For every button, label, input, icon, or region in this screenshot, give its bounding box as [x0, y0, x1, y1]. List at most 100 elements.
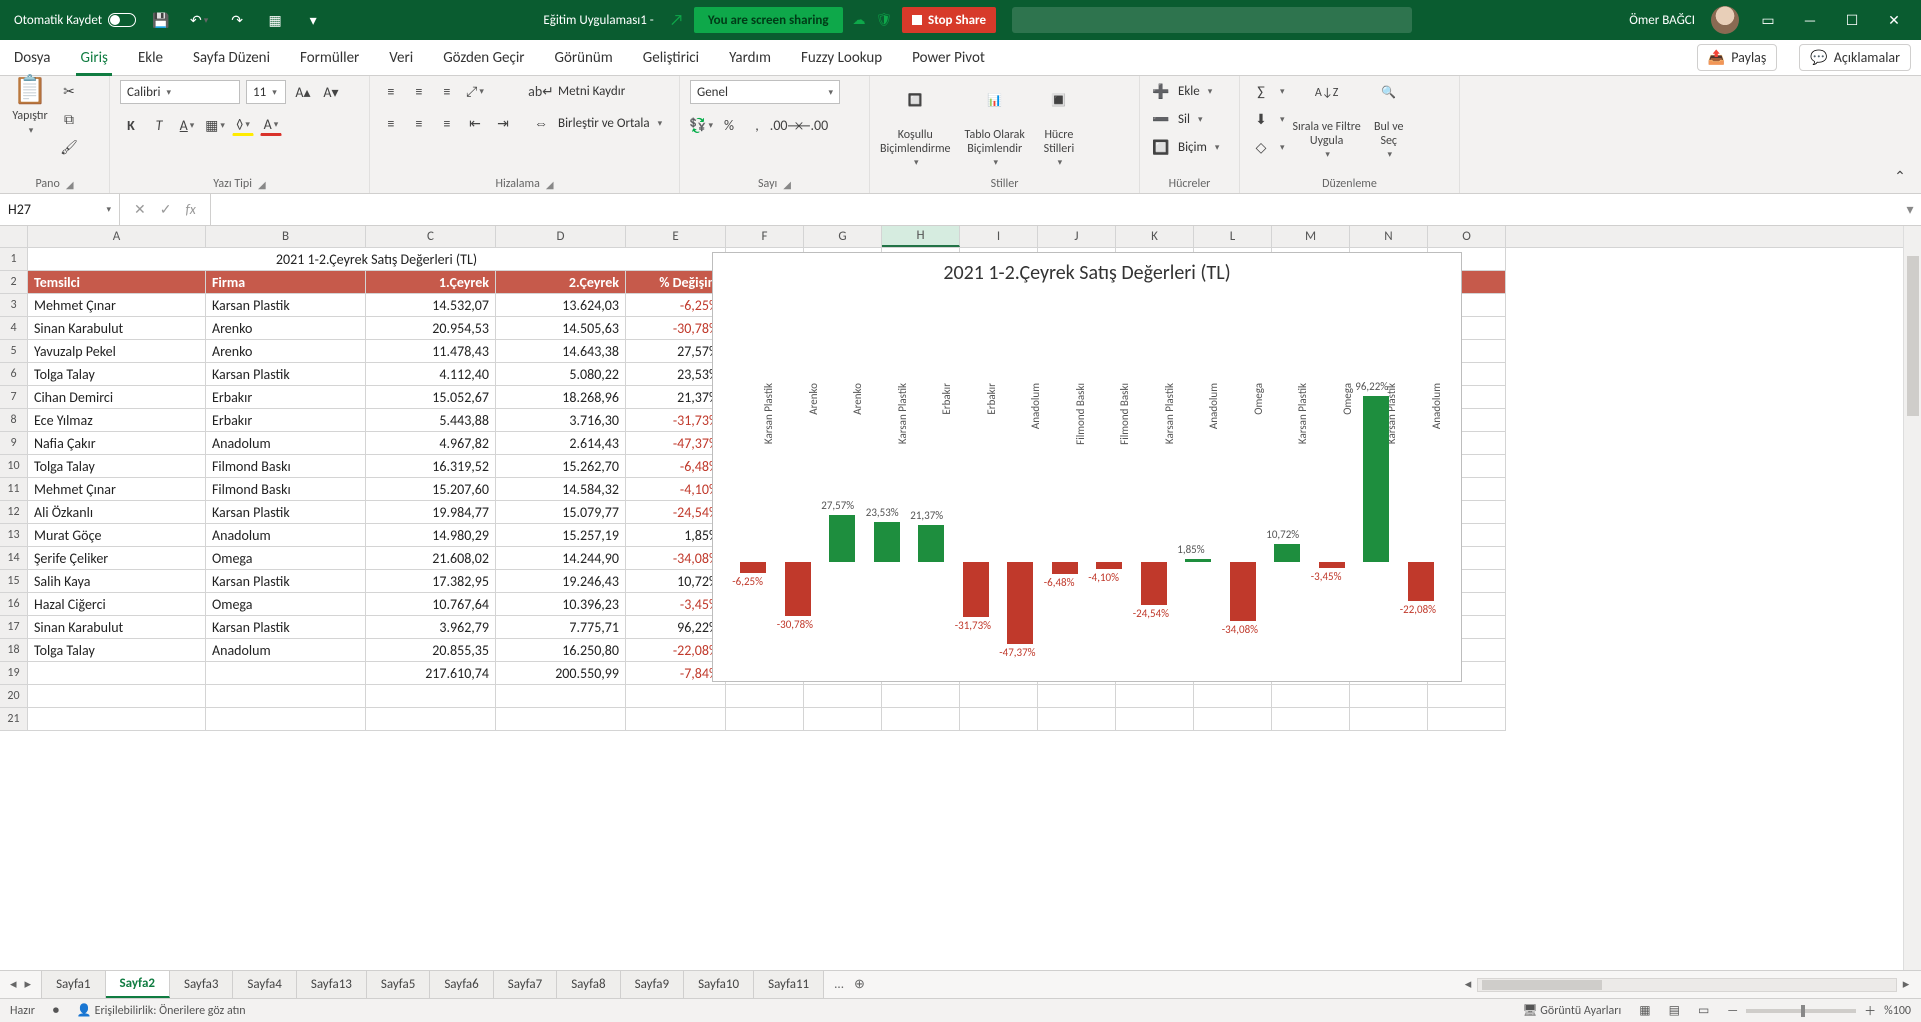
cell[interactable]: 19.984,77	[366, 501, 496, 524]
sort-filter-button[interactable]: A↓ZSırala ve Filtre Uygula▾	[1293, 80, 1361, 162]
spreadsheet-grid[interactable]: ABCDEFGHIJKLMNO 12021 1-2.Çeyrek Satış D…	[0, 226, 1921, 970]
cell[interactable]	[1194, 685, 1272, 708]
row-header[interactable]: 15	[0, 570, 28, 593]
cell[interactable]: 2.614,43	[496, 432, 626, 455]
cell[interactable]: 14.244,90	[496, 547, 626, 570]
cell[interactable]	[882, 708, 960, 731]
page-layout-view-icon[interactable]: ▤	[1669, 1003, 1680, 1018]
col-header-H[interactable]: H	[882, 226, 960, 247]
cell[interactable]	[28, 685, 206, 708]
cell[interactable]	[960, 708, 1038, 731]
cell[interactable]	[206, 708, 366, 731]
col-header-C[interactable]: C	[366, 226, 496, 247]
cell[interactable]: 3.716,30	[496, 409, 626, 432]
tab-formüller[interactable]: Formüller	[296, 43, 363, 75]
copy-icon[interactable]: ⧉	[58, 108, 80, 130]
cell[interactable]: 2021 1-2.Çeyrek Satış Değerleri (TL)	[28, 248, 726, 271]
sheet-tab[interactable]: Sayfa11	[754, 971, 824, 998]
tab-power pivot[interactable]: Power Pivot	[908, 43, 989, 75]
cell[interactable]: Erbakır	[206, 386, 366, 409]
cell[interactable]: 3.962,79	[366, 616, 496, 639]
align-middle-icon[interactable]: ≡	[408, 80, 430, 102]
percent-format-icon[interactable]: %	[718, 114, 740, 136]
row-header[interactable]: 2	[0, 271, 28, 294]
row-header[interactable]: 8	[0, 409, 28, 432]
decrease-indent-icon[interactable]: ⇤	[464, 112, 486, 134]
sheet-tab[interactable]: Sayfa10	[684, 971, 754, 998]
tab-dosya[interactable]: Dosya	[10, 43, 54, 75]
sheet-tab[interactable]: Sayfa5	[367, 971, 430, 998]
cell[interactable]: Murat Göçe	[28, 524, 206, 547]
tab-giriş[interactable]: Giriş	[76, 43, 111, 75]
cell[interactable]	[1038, 708, 1116, 731]
accessibility-status[interactable]: 👤 Erişilebilirlik: Önerilere göz atın	[77, 1003, 246, 1018]
name-box[interactable]: H27▾	[0, 194, 120, 225]
cell[interactable]	[366, 708, 496, 731]
cell[interactable]	[1116, 685, 1194, 708]
cell[interactable]: 16.250,80	[496, 639, 626, 662]
sheet-tab[interactable]: Sayfa2	[106, 971, 170, 998]
cell[interactable]	[726, 708, 804, 731]
cell[interactable]: Anadolum	[206, 432, 366, 455]
save-icon[interactable]: 💾	[148, 7, 174, 33]
sheet-next-icon[interactable]: ▸	[25, 977, 32, 992]
cell[interactable]: 15.079,77	[496, 501, 626, 524]
clear-button[interactable]: ◇▾	[1250, 136, 1285, 158]
cell[interactable]	[804, 708, 882, 731]
row-header[interactable]: 13	[0, 524, 28, 547]
tab-geliştirici[interactable]: Geliştirici	[639, 43, 703, 75]
cell[interactable]	[960, 685, 1038, 708]
row-header[interactable]: 12	[0, 501, 28, 524]
cell[interactable]	[1038, 685, 1116, 708]
cell[interactable]: 11.478,43	[366, 340, 496, 363]
cell[interactable]: -47,37%	[626, 432, 726, 455]
cell[interactable]: 10,72%	[626, 570, 726, 593]
cell[interactable]: Filmond Baskı	[206, 478, 366, 501]
cell[interactable]: 21,37%	[626, 386, 726, 409]
comma-format-icon[interactable]: ,	[746, 114, 768, 136]
sheet-tab[interactable]: Sayfa4	[233, 971, 296, 998]
cell[interactable]: 19.246,43	[496, 570, 626, 593]
page-break-view-icon[interactable]: ▭	[1698, 1003, 1709, 1018]
cell[interactable]: Karsan Plastik	[206, 616, 366, 639]
touch-mode-icon[interactable]: ▦	[262, 7, 288, 33]
cell[interactable]: 14.505,63	[496, 317, 626, 340]
row-header[interactable]: 17	[0, 616, 28, 639]
cell[interactable]	[1194, 708, 1272, 731]
cell[interactable]: 1,85%	[626, 524, 726, 547]
comments-button[interactable]: 💬 Açıklamalar	[1799, 44, 1911, 71]
bold-icon[interactable]: K	[120, 114, 142, 136]
cell[interactable]	[1272, 685, 1350, 708]
tab-veri[interactable]: Veri	[385, 43, 417, 75]
expand-formula-bar-icon[interactable]: ▾	[1899, 194, 1921, 225]
embedded-chart[interactable]: 2021 1-2.Çeyrek Satış Değerleri (TL) Kar…	[712, 252, 1462, 682]
sheet-tab[interactable]: Sayfa7	[494, 971, 557, 998]
formula-input[interactable]	[211, 194, 1899, 225]
row-header[interactable]: 6	[0, 363, 28, 386]
cell[interactable]: Hazal Ciğerci	[28, 593, 206, 616]
cell[interactable]: 16.319,52	[366, 455, 496, 478]
borders-icon[interactable]: ▦▾	[204, 114, 226, 136]
cell[interactable]: Tolga Talay	[28, 455, 206, 478]
cell[interactable]: Arenko	[206, 340, 366, 363]
format-as-table-button[interactable]: 📊Tablo Olarak Biçimlendir▾	[965, 88, 1025, 170]
sheet-more-button[interactable]: ...	[834, 977, 844, 992]
fill-color-icon[interactable]: ◊▾	[232, 114, 254, 136]
cell[interactable]: Sinan Karabulut	[28, 317, 206, 340]
row-header[interactable]: 14	[0, 547, 28, 570]
tab-sayfa düzeni[interactable]: Sayfa Düzeni	[189, 43, 274, 75]
cell[interactable]	[1428, 685, 1506, 708]
row-header[interactable]: 1	[0, 248, 28, 271]
accounting-format-icon[interactable]: 💱▾	[690, 114, 712, 136]
align-left-icon[interactable]: ≡	[380, 112, 402, 134]
cell[interactable]: -6,48%	[626, 455, 726, 478]
wrap-text-button[interactable]: ab↵Metni Kaydır	[530, 80, 662, 102]
tab-ekle[interactable]: Ekle	[134, 43, 167, 75]
cell[interactable]: -4,10%	[626, 478, 726, 501]
sheet-tab[interactable]: Sayfa1	[42, 971, 105, 998]
cell[interactable]: 14.643,38	[496, 340, 626, 363]
horizontal-scrollbar[interactable]: ◂▸	[875, 971, 1921, 998]
autosum-button[interactable]: ∑▾	[1250, 80, 1285, 102]
cell[interactable]: 15.257,19	[496, 524, 626, 547]
cut-icon[interactable]: ✂	[58, 80, 80, 102]
